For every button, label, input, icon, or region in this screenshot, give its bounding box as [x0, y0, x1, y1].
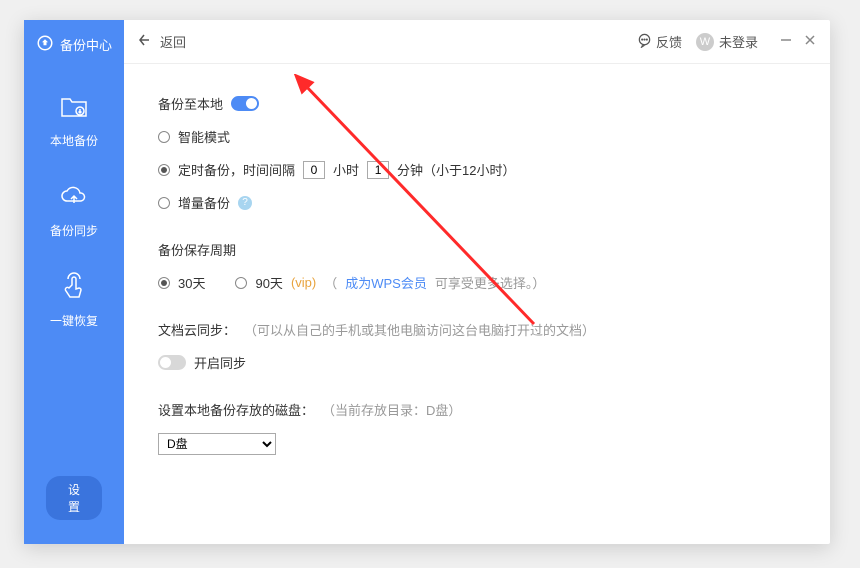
retention-title: 备份保存周期 [158, 240, 236, 259]
wps-member-link[interactable]: 成为WPS会员 [345, 273, 427, 292]
minutes-unit: 分钟（小于12小时） [397, 160, 515, 179]
nav-label: 备份同步 [50, 222, 98, 239]
radio-90-days[interactable] [235, 277, 247, 289]
sync-toggle-row: 开启同步 [158, 353, 796, 372]
close-button[interactable] [804, 34, 816, 49]
topbar: 返回 反馈 W 未登录 [124, 20, 830, 64]
hand-tap-icon [58, 271, 90, 306]
login-button[interactable]: W 未登录 [696, 32, 758, 51]
back-icon [138, 32, 154, 51]
sync-title: 文档云同步： [158, 320, 236, 339]
folder-download-icon [58, 91, 90, 126]
mode-smart-label: 智能模式 [178, 127, 230, 146]
retention-suffix: 可享受更多选择。） [435, 273, 546, 292]
radio-30-days[interactable] [158, 277, 170, 289]
radio-incremental-mode[interactable] [158, 197, 170, 209]
disk-select-row: D盘 [158, 433, 796, 455]
nav-one-click-restore[interactable]: 一键恢复 [24, 255, 124, 345]
disk-title-row: 设置本地备份存放的磁盘： （当前存放目录：D盘） [158, 400, 796, 419]
mode-smart-row: 智能模式 [158, 127, 796, 146]
backup-local-toggle[interactable] [231, 96, 259, 111]
radio-timed-mode[interactable] [158, 164, 170, 176]
retention-30-label: 30天 [178, 273, 205, 292]
cloud-upload-icon [58, 181, 90, 216]
feedback-button[interactable]: 反馈 [637, 32, 682, 51]
hours-unit: 小时 [333, 160, 359, 179]
comment-icon [637, 33, 652, 51]
login-label: 未登录 [719, 32, 758, 51]
help-icon[interactable]: ? [238, 196, 252, 210]
hours-input[interactable] [303, 161, 325, 179]
retention-options-row: 30天 90天 (vip) （ 成为WPS会员 可享受更多选择。） [158, 273, 796, 292]
avatar-icon: W [696, 33, 714, 51]
radio-smart-mode[interactable] [158, 131, 170, 143]
minimize-button[interactable] [780, 34, 792, 49]
settings-button[interactable]: 设置 [46, 476, 102, 520]
sidebar-header: 备份中心 [36, 20, 112, 75]
mode-incremental-label: 增量备份 [178, 193, 230, 212]
backup-local-row: 备份至本地 [158, 94, 796, 113]
home-icon [36, 34, 54, 55]
disk-select[interactable]: D盘 [158, 433, 276, 455]
sync-note: （可以从自己的手机或其他电脑访问这台电脑打开过的文档） [244, 320, 595, 339]
content: 备份至本地 智能模式 定时备份，时间间隔 小时 分钟（小于12小时） 增量备份 … [124, 64, 830, 499]
sync-toggle-label: 开启同步 [194, 353, 246, 372]
sidebar: 备份中心 本地备份 备份同步 一键恢复 设置 [24, 20, 124, 544]
sidebar-title: 备份中心 [60, 35, 112, 54]
feedback-label: 反馈 [656, 32, 682, 51]
paren-open: （ [324, 273, 337, 292]
back-label: 返回 [160, 32, 186, 51]
backup-local-label: 备份至本地 [158, 94, 223, 113]
mode-incremental-row: 增量备份 ? [158, 193, 796, 212]
main-panel: 返回 反馈 W 未登录 [124, 20, 830, 544]
nav-backup-sync[interactable]: 备份同步 [24, 165, 124, 255]
app-window: 备份中心 本地备份 备份同步 一键恢复 设置 [24, 20, 830, 544]
sync-toggle[interactable] [158, 355, 186, 370]
mode-timed-row: 定时备份，时间间隔 小时 分钟（小于12小时） [158, 160, 796, 179]
disk-title: 设置本地备份存放的磁盘： [158, 400, 314, 419]
disk-note: （当前存放目录：D盘） [322, 400, 461, 419]
retention-90-label: 90天 [255, 273, 282, 292]
retention-title-row: 备份保存周期 [158, 240, 796, 259]
nav-local-backup[interactable]: 本地备份 [24, 75, 124, 165]
nav-label: 本地备份 [50, 132, 98, 149]
back-button[interactable]: 返回 [138, 32, 186, 51]
minutes-input[interactable] [367, 161, 389, 179]
window-controls [780, 34, 816, 49]
sync-title-row: 文档云同步： （可以从自己的手机或其他电脑访问这台电脑打开过的文档） [158, 320, 796, 339]
vip-badge: (vip) [291, 275, 316, 290]
topbar-right: 反馈 W 未登录 [637, 32, 816, 51]
mode-timed-prefix: 定时备份，时间间隔 [178, 160, 295, 179]
nav-label: 一键恢复 [50, 312, 98, 329]
